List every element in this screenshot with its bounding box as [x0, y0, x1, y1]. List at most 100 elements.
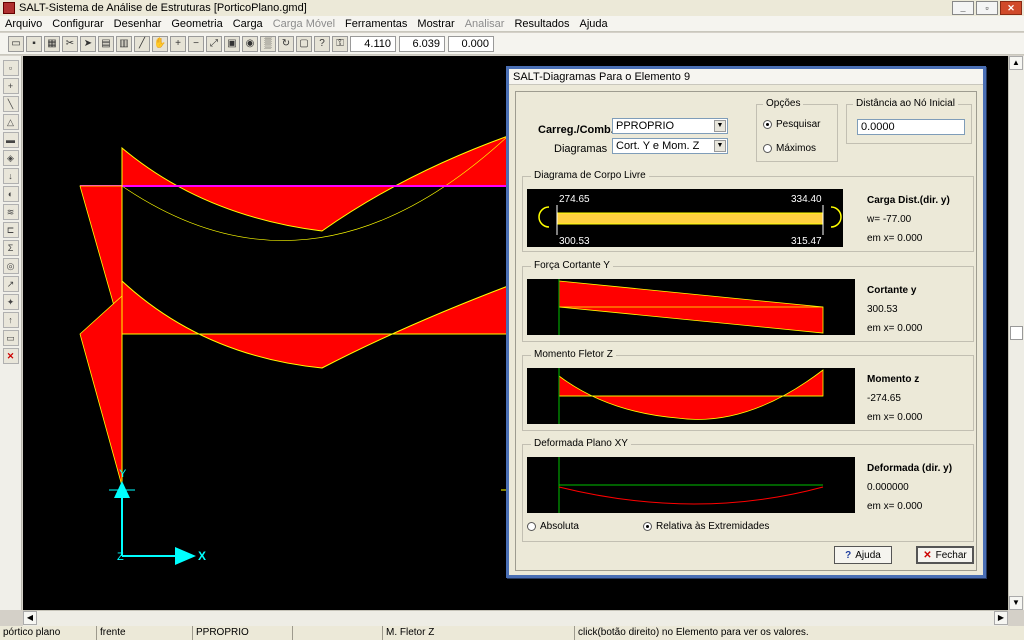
print-preview-icon[interactable]: ▥ — [116, 35, 132, 52]
coord-z-field: 0.000 — [448, 35, 494, 52]
menu-ajuda[interactable]: Ajuda — [574, 18, 612, 30]
diagramas-select[interactable]: Cort. Y e Mom. Z ▼ — [612, 138, 728, 154]
corpo-livre-plot: 274.65 334.40 300.53 315.47 — [527, 189, 843, 247]
material-icon[interactable]: ◈ — [2, 150, 19, 166]
status-empty — [292, 626, 382, 640]
chevron-down-icon[interactable]: ▼ — [714, 140, 726, 152]
node-icon[interactable]: + — [2, 78, 19, 94]
menu-desenhar[interactable]: Desenhar — [109, 18, 167, 30]
app-icon — [3, 2, 15, 14]
section-icon[interactable]: ▬ — [2, 132, 19, 148]
support-icon[interactable]: △ — [2, 114, 19, 130]
zoom-extents-icon[interactable]: ⤢ — [206, 35, 222, 52]
left-toolbar: ▫ + ╲ △ ▬ ◈ ↓ ◐ ≋ ⊏ Σ ◎ ↗ ✦ ↑ ▭ ✕ — [0, 56, 22, 610]
corpo-left-top: 274.65 — [559, 194, 590, 205]
fechar-button[interactable]: ✕ Fechar — [916, 546, 974, 564]
help-icon: ? — [845, 549, 852, 561]
minimize-button[interactable]: _ — [952, 1, 974, 15]
select-icon[interactable]: ▫ — [2, 60, 19, 76]
opcoes-group: Opções Pesquisar Máximos — [756, 98, 838, 162]
momento-side-title: Momento z — [867, 374, 920, 385]
menu-analisar[interactable]: Analisar — [460, 18, 510, 30]
radio-pesquisar[interactable]: Pesquisar — [763, 119, 820, 130]
status-diagram: M. Fletor Z — [382, 626, 574, 640]
zoom-window-icon[interactable]: ▣ — [224, 35, 240, 52]
menu-geometria[interactable]: Geometria — [166, 18, 227, 30]
menu-configurar[interactable]: Configurar — [47, 18, 108, 30]
save-icon[interactable]: ▪ — [26, 35, 42, 52]
zoom-out-icon[interactable]: − — [188, 35, 204, 52]
diagramas-value: Cort. Y e Mom. Z — [616, 140, 700, 152]
corpo-livre-label: Diagrama de Corpo Livre — [531, 170, 649, 181]
opcoes-label: Opções — [763, 98, 804, 109]
momento-plot — [527, 368, 855, 424]
restore-button[interactable]: ▫ — [976, 1, 998, 15]
redraw-icon[interactable]: ↻ — [278, 35, 294, 52]
delete-icon[interactable]: ✕ — [2, 348, 19, 364]
up-arrow-icon[interactable]: ↑ — [2, 312, 19, 328]
print-icon[interactable]: ▤ — [98, 35, 114, 52]
scroll-up-icon[interactable]: ▲ — [1009, 56, 1023, 70]
diagram-icon[interactable]: ↗ — [2, 276, 19, 292]
deformada-plot — [527, 457, 855, 513]
release-icon[interactable]: ◐ — [2, 186, 19, 202]
vertical-scrollbar[interactable]: ▲ ▼ — [1008, 56, 1024, 610]
pan-hand-icon[interactable]: ✋ — [152, 35, 168, 52]
menu-carga-movel[interactable]: Carga Móvel — [268, 18, 340, 30]
vertical-scroll-thumb[interactable] — [1010, 326, 1023, 340]
snap-icon[interactable]: ◉ — [242, 35, 258, 52]
carreg-select[interactable]: PPROPRIO ▼ — [612, 118, 728, 134]
status-hint: click(botão direito) no Elemento para ve… — [574, 626, 1024, 640]
view-icon[interactable]: ◎ — [2, 258, 19, 274]
momento-side-pos: em x= 0.000 — [867, 412, 923, 423]
ajuda-button[interactable]: ? Ajuda — [834, 546, 892, 564]
tools-icon[interactable]: ✂ — [62, 35, 78, 52]
radio-relativa[interactable]: Relativa às Extremidades — [643, 521, 769, 532]
chevron-down-icon[interactable]: ▼ — [714, 120, 726, 132]
load-icon[interactable]: ↓ — [2, 168, 19, 184]
lower-column-diagram — [79, 295, 123, 487]
corpo-side-pos: em x= 0.000 — [867, 233, 923, 244]
close-button[interactable]: ✕ — [1000, 1, 1022, 15]
lower-beam-diagram — [121, 279, 509, 369]
element-icon[interactable]: ╲ — [2, 96, 19, 112]
axis-z-label: Z — [117, 551, 124, 563]
copy-icon[interactable]: ▭ — [2, 330, 19, 346]
distancia-group: Distância ao Nó Inicial 0.0000 — [846, 98, 972, 144]
distancia-input[interactable]: 0.0000 — [857, 119, 965, 135]
lock-icon[interactable]: ⚿ — [332, 35, 348, 52]
calculator-icon[interactable]: ▦ — [44, 35, 60, 52]
menu-mostrar[interactable]: Mostrar — [412, 18, 459, 30]
run-icon[interactable]: ➤ — [80, 35, 96, 52]
corpo-right-bottom: 315.47 — [791, 236, 822, 247]
copy-image-icon[interactable]: ▢ — [296, 35, 312, 52]
sum-icon[interactable]: Σ — [2, 240, 19, 256]
results-icon[interactable]: ✦ — [2, 294, 19, 310]
scroll-down-icon[interactable]: ▼ — [1009, 596, 1023, 610]
diagramas-label: Diagramas — [554, 143, 608, 155]
cortante-plot — [527, 279, 855, 335]
panel-deformada: Deformada Plano XY Deformada (dir. y) 0.… — [522, 438, 974, 542]
scroll-left-icon[interactable]: ◀ — [23, 611, 37, 625]
draw-line-icon[interactable]: ╱ — [134, 35, 150, 52]
momento-label: Momento Fletor Z — [531, 349, 616, 360]
help-icon[interactable]: ? — [314, 35, 330, 52]
grid-icon[interactable]: ▒ — [260, 35, 276, 52]
axis-x-arrow — [175, 547, 196, 565]
corpo-side-title: Carga Dist.(dir. y) — [867, 195, 950, 206]
horizontal-scrollbar[interactable]: ◀ ▶ — [23, 610, 1008, 626]
menu-arquivo[interactable]: Arquivo — [0, 18, 47, 30]
menu-ferramentas[interactable]: Ferramentas — [340, 18, 412, 30]
menu-resultados[interactable]: Resultados — [509, 18, 574, 30]
open-folder-icon[interactable]: ▭ — [8, 35, 24, 52]
radio-maximos[interactable]: Máximos — [763, 143, 816, 154]
zoom-in-icon[interactable]: + — [170, 35, 186, 52]
corpo-left-bottom: 300.53 — [559, 236, 590, 247]
scroll-right-icon[interactable]: ▶ — [994, 611, 1008, 625]
spring-icon[interactable]: ≋ — [2, 204, 19, 220]
beam-icon[interactable]: ⊏ — [2, 222, 19, 238]
radio-absoluta[interactable]: Absoluta — [527, 521, 579, 532]
coord-x-field: 4.110 — [350, 35, 396, 52]
menu-carga[interactable]: Carga — [228, 18, 268, 30]
panel-momento: Momento Fletor Z Momento z -274.65 em x=… — [522, 349, 974, 431]
